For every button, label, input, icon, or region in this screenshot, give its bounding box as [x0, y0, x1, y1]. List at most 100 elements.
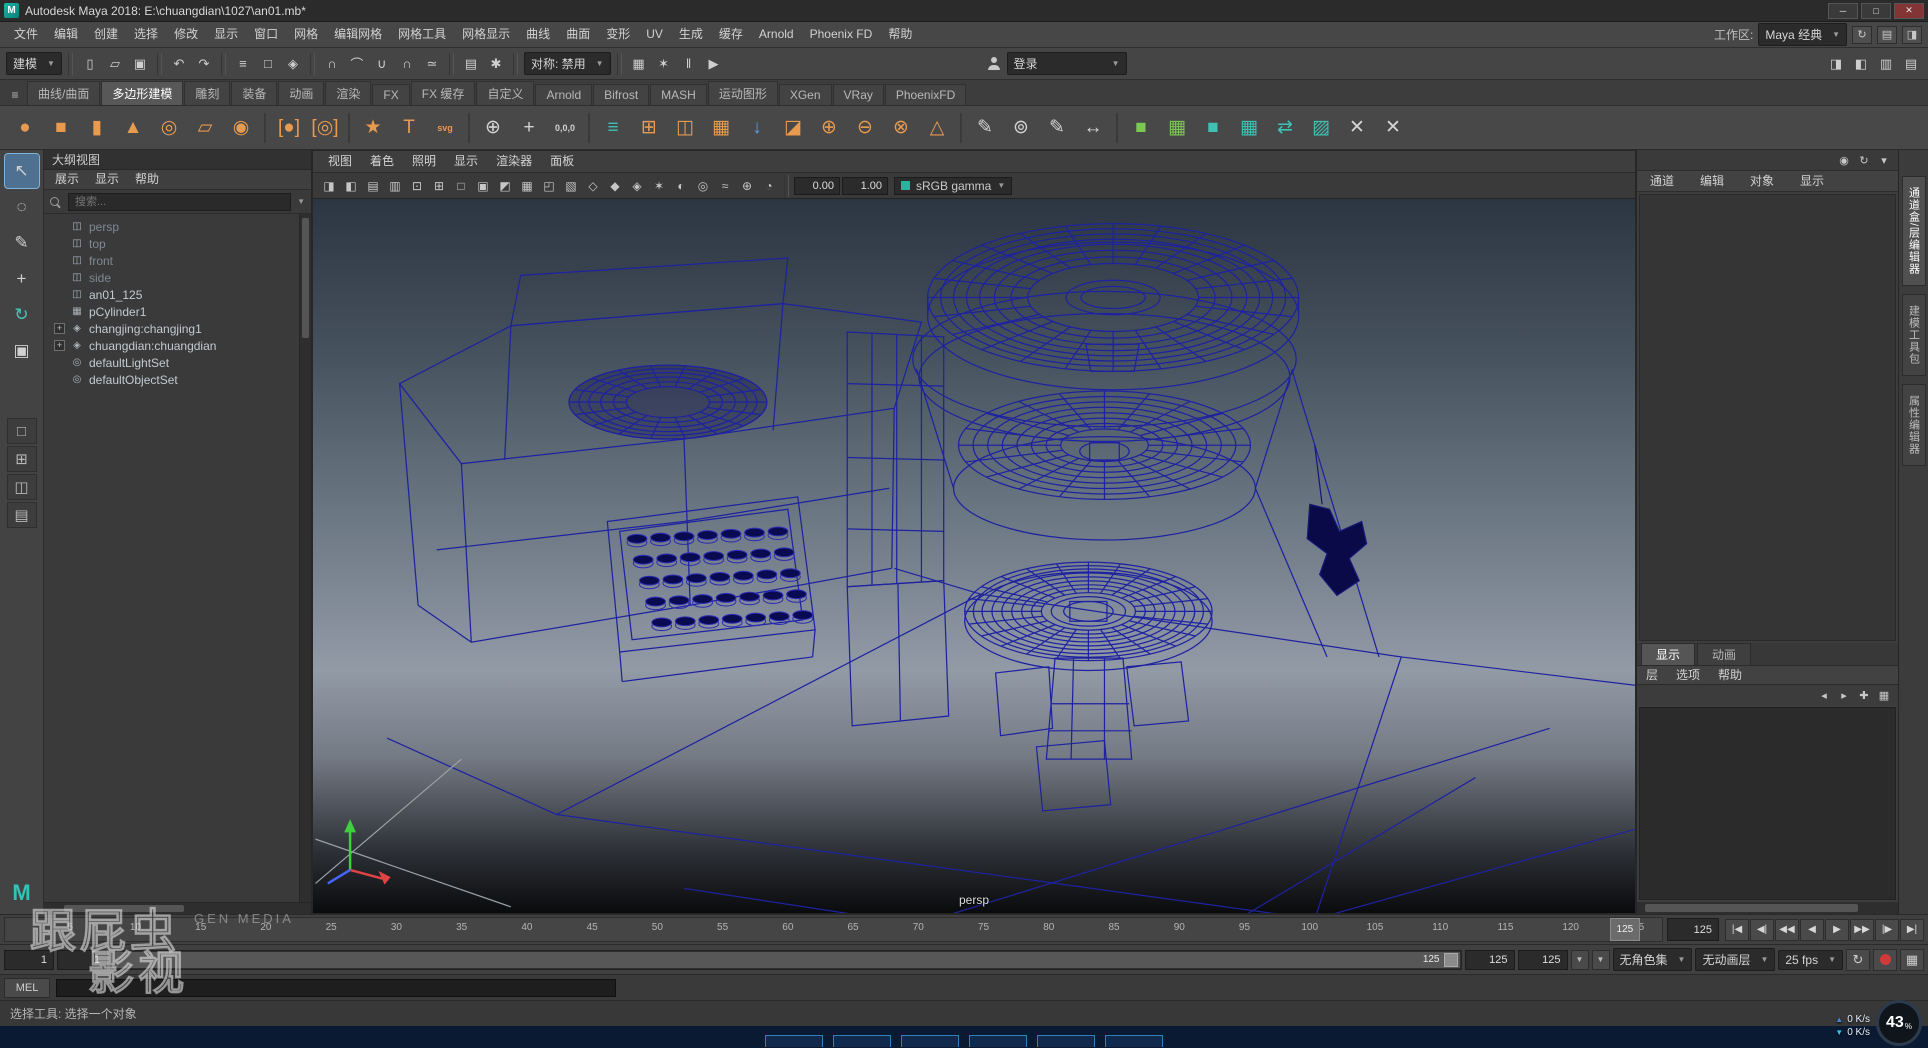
command-input[interactable] — [56, 979, 616, 997]
mel-toggle-button[interactable]: MEL — [4, 978, 50, 998]
shelf-tab-运动图形[interactable]: 运动图形 — [708, 81, 778, 105]
colorspace-dropdown[interactable]: sRGB gamma ▼ — [894, 177, 1012, 195]
menu-item-生成[interactable]: 生成 — [671, 22, 711, 47]
playback-start-field[interactable]: 1 — [57, 950, 107, 970]
menu-item-创建[interactable]: 创建 — [86, 22, 126, 47]
viewport-menu-照明[interactable]: 照明 — [403, 151, 445, 172]
lasso-tool[interactable]: ◌ — [5, 190, 39, 224]
poly-sphere-icon[interactable]: ● — [8, 111, 42, 145]
viewport-menu-渲染器[interactable]: 渲染器 — [487, 151, 541, 172]
delete-edge-icon[interactable]: ✕ — [1376, 111, 1410, 145]
menu-item-帮助[interactable]: 帮助 — [880, 22, 920, 47]
poly-array-icon[interactable]: ▦ — [704, 111, 738, 145]
menu-item-网格显示[interactable]: 网格显示 — [454, 22, 518, 47]
current-frame-marker[interactable]: 125 — [1610, 918, 1640, 941]
super-ellipse-icon[interactable]: [◎] — [308, 111, 342, 145]
outliner-persp-layout-button[interactable]: ▤ — [7, 502, 37, 528]
login-dropdown[interactable]: 登录▼ — [1007, 52, 1127, 75]
outliner-horizontal-scrollbar[interactable] — [44, 902, 311, 914]
two-pane-layout-button[interactable]: ◫ — [7, 474, 37, 500]
workspace-dropdown[interactable]: Maya 经典▼ — [1758, 23, 1847, 46]
target-weld-icon[interactable]: ⊚ — [1004, 111, 1038, 145]
workspace-lock-icon[interactable]: ◨ — [1902, 26, 1922, 44]
go-to-end-button[interactable]: ▶| — [1900, 919, 1924, 941]
step-back-frame-button[interactable]: ◀◀ — [1775, 919, 1799, 941]
taskbar-item[interactable] — [1105, 1035, 1163, 1047]
taskbar-item[interactable] — [901, 1035, 959, 1047]
shelf-tab-雕刻[interactable]: 雕刻 — [184, 81, 230, 105]
expander-icon[interactable]: + — [54, 323, 65, 334]
construction-plane-icon[interactable]: ⊕ — [476, 111, 510, 145]
ambient-occlusion-icon[interactable]: ◎ — [693, 176, 713, 196]
range-slider-track[interactable]: 125 — [110, 950, 1462, 970]
step-back-key-button[interactable]: ◀| — [1750, 919, 1774, 941]
lock-camera-icon[interactable]: ◧ — [341, 176, 361, 196]
menu-item-选择[interactable]: 选择 — [126, 22, 166, 47]
undo-icon[interactable]: ↶ — [168, 53, 190, 75]
range-slider-handle[interactable] — [1444, 953, 1458, 967]
sync-status-icon[interactable]: ↻ — [1856, 152, 1872, 168]
menu-item-Phoenix FD[interactable]: Phoenix FD — [802, 22, 881, 47]
time-slider-track[interactable]: 5101520253035404550556065707580859095100… — [4, 917, 1663, 942]
average-vertices-icon[interactable]: ▦ — [1160, 111, 1194, 145]
poly-bridge-icon[interactable]: ◫ — [668, 111, 702, 145]
outliner-item-an01_125[interactable]: ◫an01_125 — [44, 286, 299, 303]
workspace-save-icon[interactable]: ▤ — [1877, 26, 1897, 44]
animation-preferences-button[interactable]: ▦ — [1900, 949, 1924, 971]
shelf-tab-XGen[interactable]: XGen — [779, 84, 832, 105]
anim-layer-dropdown[interactable]: 无动画层▼ — [1695, 948, 1775, 971]
select-component-icon[interactable]: ◈ — [282, 53, 304, 75]
workspace-reset-icon[interactable]: ↻ — [1852, 26, 1872, 44]
auto-key-button[interactable] — [1873, 949, 1897, 971]
menu-item-修改[interactable]: 修改 — [166, 22, 206, 47]
outliner-item-defaultObjectSet[interactable]: ◎defaultObjectSet — [44, 371, 299, 388]
channel-box-menu-编辑[interactable]: 编辑 — [1687, 171, 1737, 192]
viewport-menu-面板[interactable]: 面板 — [541, 151, 583, 172]
shelf-tab-自定义[interactable]: 自定义 — [476, 81, 534, 105]
viewport-canvas[interactable]: persp — [313, 199, 1635, 913]
outliner-item-pCylinder1[interactable]: ▦pCylinder1 — [44, 303, 299, 320]
snap-grid-icon[interactable]: ∩ — [321, 53, 343, 75]
boolean-intersection-icon[interactable]: ⊗ — [884, 111, 918, 145]
pin-icon[interactable]: ▾ — [1876, 152, 1892, 168]
shaded-icon[interactable]: ◆ — [605, 176, 625, 196]
menu-item-UV[interactable]: UV — [638, 22, 671, 47]
layer-menu-选项[interactable]: 选项 — [1667, 666, 1709, 685]
sidebar-toggle-channelbox-icon[interactable]: ◨ — [1825, 53, 1847, 75]
sidebar-toggle-attribute-icon[interactable]: ◧ — [1850, 53, 1872, 75]
platonic-solid-icon[interactable]: [●] — [272, 111, 306, 145]
side-tab-建模工具包[interactable]: 建模工具包 — [1902, 294, 1926, 376]
outliner-vertical-scrollbar[interactable] — [299, 214, 311, 902]
zero-pivot-icon[interactable]: 0,0,0 — [548, 111, 582, 145]
film-gate-icon[interactable]: □ — [451, 176, 471, 196]
bevel-icon[interactable]: ◪ — [776, 111, 810, 145]
field-chart-icon[interactable]: ▦ — [517, 176, 537, 196]
menu-item-编辑网格[interactable]: 编辑网格 — [326, 22, 390, 47]
login-badge-icon[interactable]: ◉ — [1836, 152, 1852, 168]
poly-disc-icon[interactable]: ◉ — [224, 111, 258, 145]
go-to-start-button[interactable]: |◀ — [1725, 919, 1749, 941]
channel-box-menu-显示[interactable]: 显示 — [1787, 171, 1837, 192]
side-tab-通道盒/层编辑器[interactable]: 通道盒/层编辑器 — [1902, 176, 1926, 286]
shelf-tab-PhoenixFD[interactable]: PhoenixFD — [885, 84, 966, 105]
wedge-icon[interactable]: △ — [920, 111, 954, 145]
multi-cut-icon[interactable]: ✎ — [968, 111, 1002, 145]
animation-end-field[interactable]: 125 — [1518, 950, 1568, 970]
shelf-tab-曲线/曲面[interactable]: 曲线/曲面 — [27, 81, 100, 105]
new-empty-layer-icon[interactable]: ✚ — [1856, 687, 1872, 703]
paint-select-tool[interactable]: ✎ — [5, 226, 39, 260]
symmetrize-icon[interactable]: ■ — [1124, 111, 1158, 145]
exposure-field[interactable]: 0.00 — [794, 177, 840, 195]
outliner-menu-显示[interactable]: 显示 — [88, 170, 126, 189]
four-pane-layout-button[interactable]: ⊞ — [7, 446, 37, 472]
sidebar-toggle-toolsettings-icon[interactable]: ▥ — [1875, 53, 1897, 75]
crease-tool-icon[interactable]: ✕ — [1340, 111, 1374, 145]
menu-item-文件[interactable]: 文件 — [6, 22, 46, 47]
poly-cone-icon[interactable]: ▲ — [116, 111, 150, 145]
redo-icon[interactable]: ↷ — [193, 53, 215, 75]
menu-item-网格工具[interactable]: 网格工具 — [390, 22, 454, 47]
outliner-menu-帮助[interactable]: 帮助 — [128, 170, 166, 189]
reduce-icon[interactable]: ↓ — [740, 111, 774, 145]
animation-start-field[interactable]: 1 — [4, 950, 54, 970]
new-layer-from-selected-icon[interactable]: ▦ — [1876, 687, 1892, 703]
